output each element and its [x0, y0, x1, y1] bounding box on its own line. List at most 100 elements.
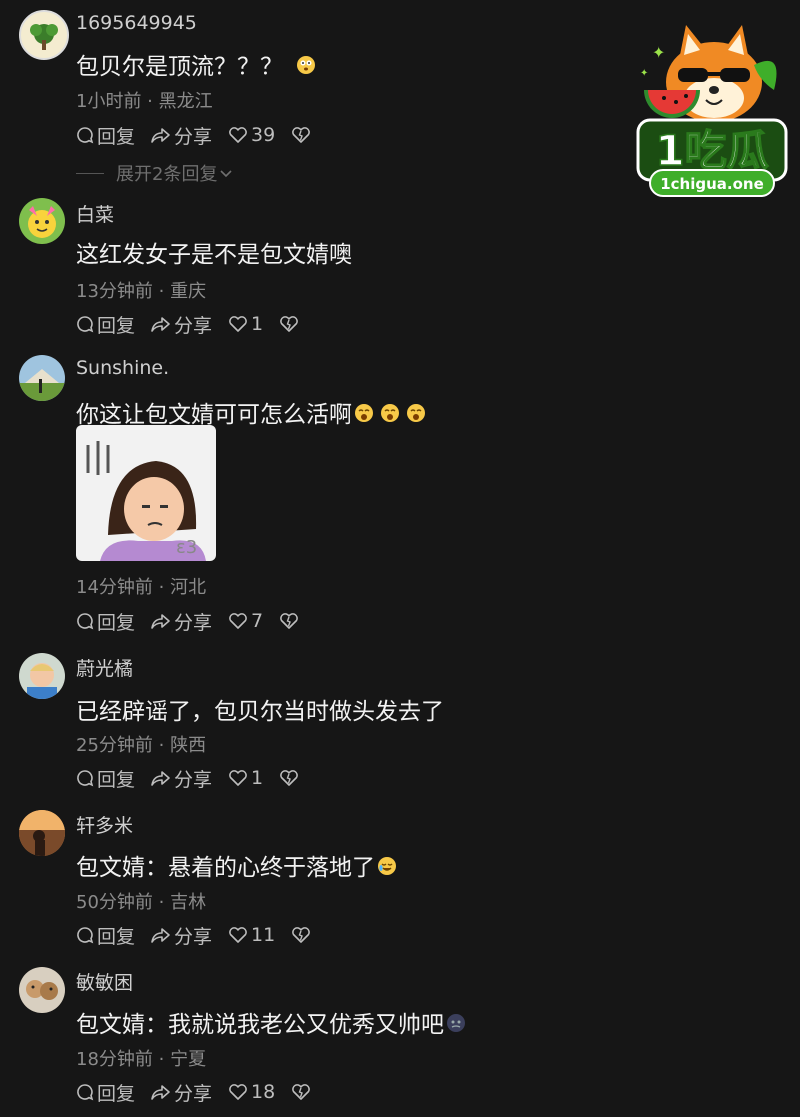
avatar[interactable] — [19, 198, 65, 244]
share-button[interactable]: 分享 — [151, 922, 212, 949]
like-count: 1 — [251, 767, 264, 789]
reply-label: 回复 — [97, 925, 136, 948]
expand-replies-label: 展开2条回复 — [116, 164, 218, 185]
svg-text:ε3: ε3 — [176, 537, 197, 558]
dislike-button[interactable] — [291, 126, 314, 144]
sticker-image[interactable]: ε3 — [76, 425, 216, 561]
username[interactable]: 敏敏困 — [76, 968, 133, 995]
chevron-down-icon — [220, 170, 233, 178]
username[interactable]: 白菜 — [76, 200, 114, 227]
share-icon — [151, 317, 170, 332]
like-count: 18 — [251, 1081, 276, 1103]
dark-face-emoji-icon — [446, 1013, 466, 1039]
share-label: 分享 — [174, 314, 213, 337]
username[interactable]: 蔚光橘 — [76, 654, 133, 681]
comment-actions: 回复 分享 39 — [76, 121, 330, 149]
comment-meta: 14分钟前 · 河北 — [76, 577, 207, 598]
site-logo: ✦ ✦ 1吃瓜 1chigua.one — [634, 20, 789, 205]
reply-label: 回复 — [97, 611, 136, 634]
share-button[interactable]: 分享 — [151, 1079, 212, 1106]
crying-emoji-icon — [377, 856, 397, 882]
comment-meta: 50分钟前 · 吉林 — [76, 892, 207, 913]
comment-actions: 回复 分享 11 — [76, 921, 330, 949]
reply-button[interactable]: 回复 — [76, 311, 135, 338]
comment-meta: 18分钟前 · 宁夏 — [76, 1049, 207, 1070]
like-count: 11 — [251, 924, 276, 946]
reply-label: 回复 — [97, 125, 136, 148]
like-button[interactable]: 7 — [228, 610, 263, 632]
share-icon — [151, 771, 170, 786]
share-label: 分享 — [174, 611, 213, 634]
share-icon — [151, 614, 170, 629]
avatar[interactable] — [19, 10, 69, 60]
comment-actions: 回复 分享 18 — [76, 1078, 330, 1106]
reply-icon — [77, 1084, 94, 1101]
dislike-button[interactable] — [279, 769, 302, 787]
reply-button[interactable]: 回复 — [76, 922, 135, 949]
share-icon — [151, 1085, 170, 1100]
reply-icon — [77, 316, 94, 333]
like-button[interactable]: 1 — [228, 767, 263, 789]
comment-text-content: 包文婧：我就说我老公又优秀又帅吧 — [76, 1012, 444, 1038]
heart-icon — [229, 613, 247, 629]
logo-brand: 1吃瓜 — [655, 126, 768, 175]
logo-url: 1chigua.one — [660, 175, 764, 193]
username[interactable]: 轩多米 — [76, 811, 133, 838]
broken-heart-icon — [280, 316, 298, 332]
comment-meta: 25分钟前 · 陕西 — [76, 735, 207, 756]
share-button[interactable]: 分享 — [151, 608, 212, 635]
like-button[interactable]: 1 — [228, 313, 263, 335]
dislike-button[interactable] — [291, 926, 314, 944]
comment-text-content: 包贝尔是顶流？？？ — [76, 54, 283, 80]
avatar[interactable] — [19, 810, 65, 856]
like-count: 39 — [251, 124, 276, 146]
reply-icon — [77, 127, 94, 144]
heart-icon — [229, 316, 247, 332]
like-count: 7 — [251, 610, 264, 632]
yawn-emoji-icon — [406, 403, 426, 429]
yawn-emoji-icon — [380, 403, 400, 429]
broken-heart-icon — [292, 127, 311, 143]
comment-meta: 13分钟前 · 重庆 — [76, 281, 207, 302]
share-icon — [151, 928, 170, 943]
username[interactable]: 1695649945 — [76, 12, 197, 34]
like-button[interactable]: 11 — [228, 924, 275, 946]
comment-text: 你这让包文婧可可怎么活啊 — [76, 395, 426, 429]
share-icon — [151, 128, 170, 143]
broken-heart-icon — [292, 927, 311, 943]
divider — [76, 172, 104, 174]
comment-text: 已经辟谣了，包贝尔当时做头发去了 — [76, 699, 444, 725]
reply-button[interactable]: 回复 — [76, 122, 135, 149]
like-button[interactable]: 39 — [228, 124, 275, 146]
comment-meta: 1小时前 · 黑龙江 — [76, 91, 213, 112]
dislike-button[interactable] — [291, 1083, 314, 1101]
share-button[interactable]: 分享 — [151, 311, 212, 338]
share-button[interactable]: 分享 — [151, 765, 212, 792]
share-label: 分享 — [174, 125, 213, 148]
avatar[interactable] — [19, 355, 65, 401]
comment-actions: 回复 分享 1 — [76, 310, 318, 338]
expand-replies-button[interactable]: 展开2条回复 — [76, 160, 233, 186]
dislike-button[interactable] — [279, 612, 302, 630]
username[interactable]: Sunshine. — [76, 357, 169, 379]
heart-icon — [229, 127, 247, 143]
svg-text:✦: ✦ — [640, 68, 648, 79]
share-label: 分享 — [174, 925, 213, 948]
dislike-button[interactable] — [279, 315, 302, 333]
broken-heart-icon — [280, 770, 298, 786]
like-count: 1 — [251, 313, 264, 335]
reply-button[interactable]: 回复 — [76, 765, 135, 792]
reply-label: 回复 — [97, 314, 136, 337]
comment-text: 包文婧：我就说我老公又优秀又帅吧 — [76, 1005, 466, 1039]
avatar[interactable] — [19, 967, 65, 1013]
reply-button[interactable]: 回复 — [76, 608, 135, 635]
heart-icon — [229, 927, 247, 943]
comment-actions: 回复 分享 1 — [76, 764, 318, 792]
broken-heart-icon — [280, 613, 298, 629]
comment-text: 包文婧：悬着的心终于落地了 — [76, 848, 397, 882]
share-button[interactable]: 分享 — [151, 122, 212, 149]
like-button[interactable]: 18 — [228, 1081, 275, 1103]
reply-button[interactable]: 回复 — [76, 1079, 135, 1106]
yawn-emoji-icon — [354, 403, 374, 429]
avatar[interactable] — [19, 653, 65, 699]
